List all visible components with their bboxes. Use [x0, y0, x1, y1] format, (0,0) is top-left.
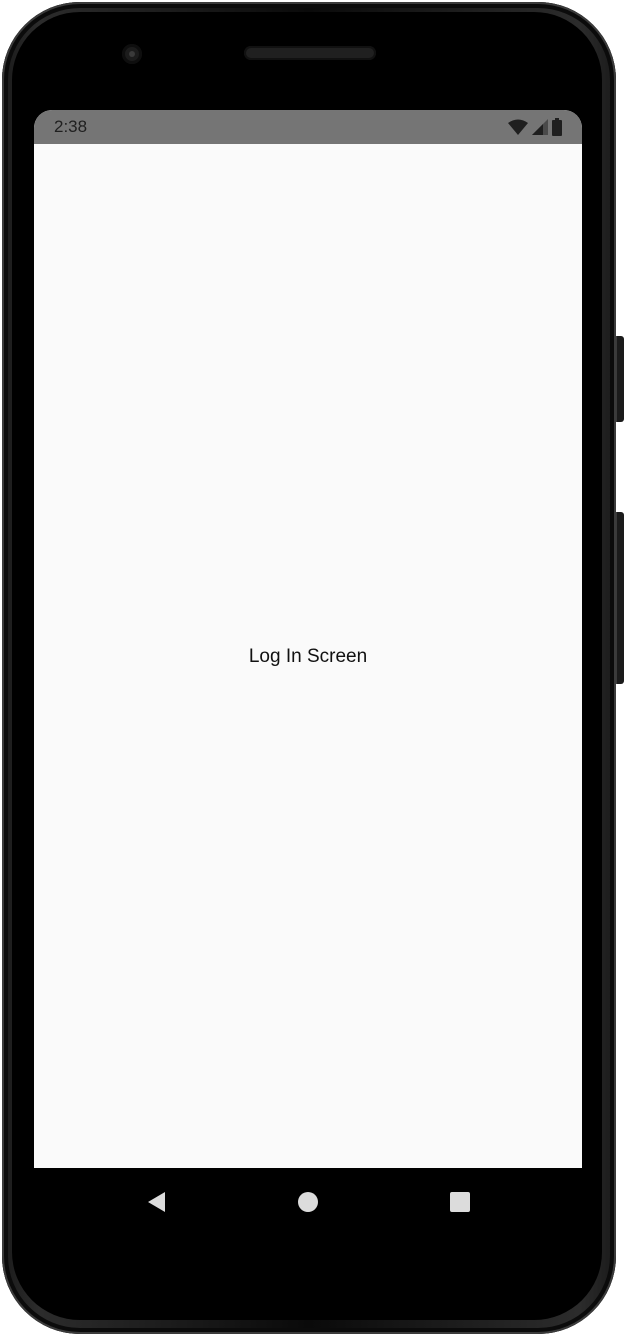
- front-camera: [122, 44, 142, 64]
- app-content: Log In Screen: [34, 144, 582, 1168]
- cellular-signal-icon: [532, 119, 548, 135]
- device-screen: 2:38 Log In Screen: [34, 110, 582, 1168]
- status-time: 2:38: [54, 117, 88, 136]
- back-icon[interactable]: [144, 1190, 168, 1214]
- battery-icon: [552, 118, 562, 136]
- volume-button: [616, 512, 624, 684]
- screen-title: Log In Screen: [248, 646, 368, 667]
- earpiece-speaker: [244, 46, 376, 60]
- status-bar: 2:38: [34, 110, 582, 144]
- wifi-icon: [508, 119, 528, 135]
- power-button: [616, 336, 624, 422]
- recents-icon[interactable]: [448, 1190, 472, 1214]
- phone-frame: 2:38 Log In Screen: [0, 0, 624, 1338]
- navigation-bar: [34, 1168, 582, 1236]
- home-icon[interactable]: [296, 1190, 320, 1214]
- status-icons: [508, 118, 562, 136]
